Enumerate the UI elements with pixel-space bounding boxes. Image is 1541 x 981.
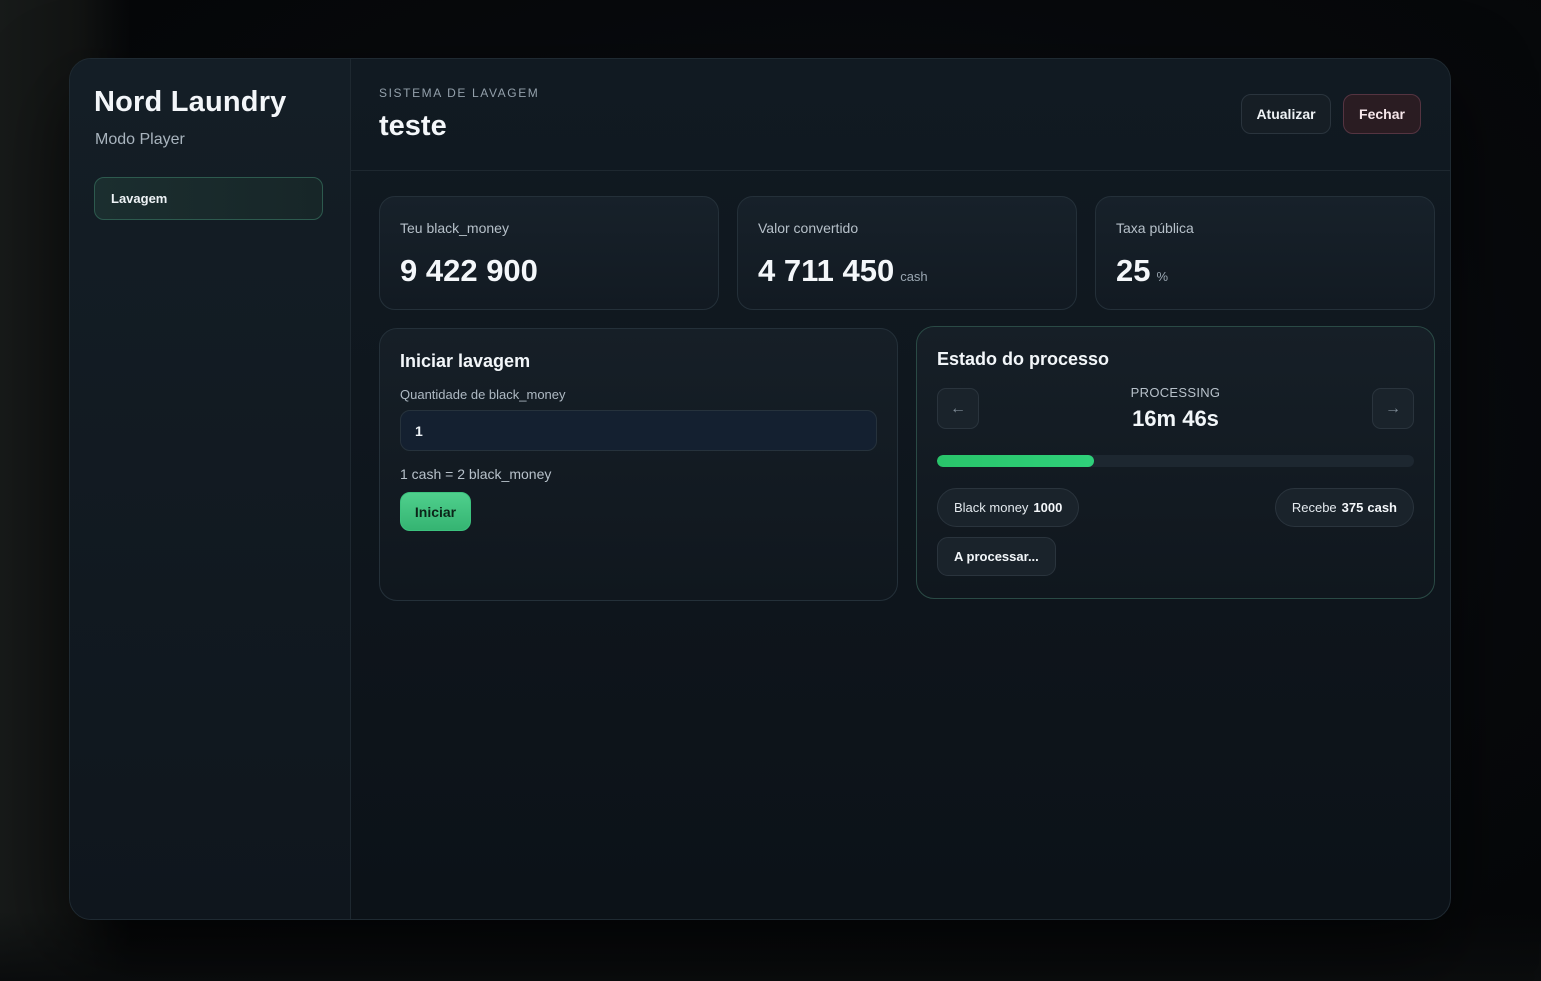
process-status-panel: Estado do processo ← PROCESSING 16m 46s … <box>916 326 1435 599</box>
progress-bar-fill <box>937 455 1095 467</box>
sidebar-item-label: Lavagem <box>111 191 168 206</box>
page-title: teste <box>379 110 447 142</box>
brand-title: Nord Laundry <box>94 86 287 118</box>
chip-unit: cash <box>1367 500 1397 515</box>
chip-value: 1000 <box>1033 500 1063 515</box>
brand-subtitle: Modo Player <box>95 131 185 148</box>
stat-card-converted: Valor convertido 4 711 450 cash <box>737 196 1077 310</box>
progress-bar <box>937 455 1414 467</box>
amount-field-label: Quantidade de black_money <box>400 387 566 402</box>
close-button[interactable]: Fechar <box>1343 94 1421 134</box>
amount-input[interactable] <box>400 410 877 451</box>
sidebar: Nord Laundry Modo Player Lavagem <box>70 59 351 919</box>
chip-label: Recebe <box>1291 500 1337 515</box>
chip-value: 375 <box>1341 500 1364 515</box>
processing-status-button[interactable]: A processar... <box>937 537 1056 576</box>
arrow-right-icon[interactable]: → <box>1372 388 1414 429</box>
header: SISTEMA DE LAVAGEM teste Atualizar Fecha… <box>351 59 1450 171</box>
conversion-rate-text: 1 cash = 2 black_money <box>400 466 552 482</box>
page-eyebrow: SISTEMA DE LAVAGEM <box>379 86 540 100</box>
panel-title: Iniciar lavagem <box>400 351 531 371</box>
stat-label: Taxa pública <box>1116 220 1194 236</box>
stat-value: 4 711 450 cash <box>758 253 928 289</box>
chip-label: Black money <box>954 500 1029 515</box>
stat-label: Teu black_money <box>400 220 509 236</box>
stat-number: 25 <box>1116 253 1151 288</box>
laundry-window: Nord Laundry Modo Player Lavagem SISTEMA… <box>69 58 1451 920</box>
stat-value: 9 422 900 <box>400 253 538 289</box>
start-laundering-panel: Iniciar lavagem Quantidade de black_mone… <box>379 328 898 601</box>
panel-title: Estado do processo <box>937 349 1110 369</box>
stat-number: 4 711 450 <box>758 253 895 288</box>
stat-card-tax: Taxa pública 25% <box>1095 196 1435 310</box>
time-remaining: 16m 46s <box>1132 406 1219 431</box>
stat-card-black-money: Teu black_money 9 422 900 <box>379 196 719 310</box>
background-shade-bottom <box>0 911 1541 981</box>
black-money-chip: Black money 1000 <box>937 488 1080 527</box>
receive-chip: Recebe 375 cash <box>1274 488 1414 527</box>
status-label: PROCESSING <box>1130 385 1221 400</box>
refresh-button[interactable]: Atualizar <box>1241 94 1331 134</box>
stat-unit: cash <box>900 269 928 284</box>
stat-label: Valor convertido <box>758 220 859 236</box>
sidebar-item-lavagem[interactable]: Lavagem <box>94 177 323 220</box>
stat-value: 25% <box>1116 253 1168 289</box>
stat-number: 9 422 900 <box>400 253 538 288</box>
start-button[interactable]: Iniciar <box>400 492 471 531</box>
stat-unit: % <box>1156 269 1169 284</box>
main-content: SISTEMA DE LAVAGEM teste Atualizar Fecha… <box>351 59 1450 919</box>
